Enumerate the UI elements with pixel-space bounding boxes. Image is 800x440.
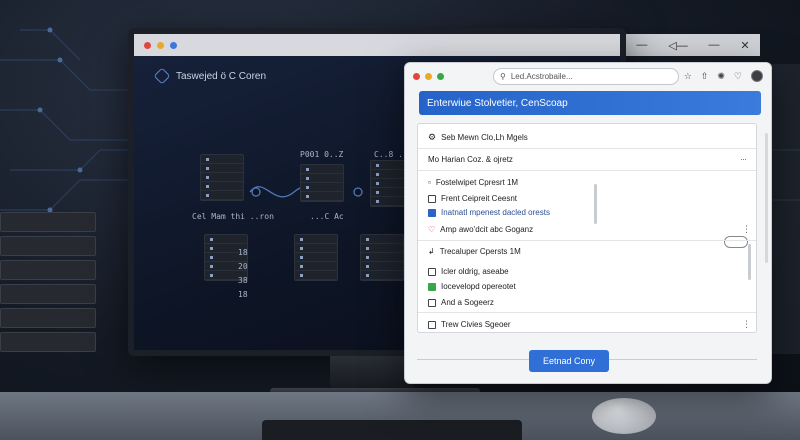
list-item-label: Fostelwipet Cpresrt 1M bbox=[435, 178, 519, 187]
server-unit bbox=[360, 234, 404, 281]
primary-action-button[interactable]: Eetnad Cony bbox=[529, 350, 609, 372]
heart-icon: ♡ bbox=[428, 225, 436, 234]
server-unit bbox=[200, 154, 244, 201]
search-icon: ⚲ bbox=[499, 71, 506, 81]
profile-avatar[interactable] bbox=[751, 70, 763, 82]
gear-icon: ⚙ bbox=[428, 132, 437, 142]
unit-number: 38 bbox=[238, 276, 248, 285]
list-item[interactable]: ↲ Trecaluper Cpersts 1M bbox=[428, 247, 521, 256]
address-bar[interactable]: ⚲ Led.Acstrobaile... bbox=[492, 67, 679, 85]
banner-text: Enterwiue Stolvetier, CenScoap bbox=[427, 97, 568, 109]
checkbox[interactable] bbox=[428, 267, 436, 276]
back-icon: ◁— bbox=[668, 39, 688, 52]
background-side-panel bbox=[768, 64, 800, 354]
checkbox[interactable] bbox=[428, 194, 436, 203]
setting-toggle[interactable] bbox=[724, 236, 748, 248]
panel-header-text: Seb Mewn Clo,Lh Mgels bbox=[441, 133, 528, 142]
unit-number: 20 bbox=[238, 262, 248, 271]
bookmark-icon: ↲ bbox=[428, 247, 435, 256]
list-item-label: Frent Ceipreit Ceesnt bbox=[441, 194, 518, 203]
browser-toolbar: ⚲ Led.Acstrobaile... ☆ ⇧ ✺ ♡ bbox=[405, 63, 771, 89]
list-item[interactable]: Inatnatl mpenest dacled orests bbox=[428, 208, 550, 217]
settings-panel: ⚙ Seb Mewn Clo,Lh Mgels Mo Harian Coz. &… bbox=[417, 123, 757, 333]
checkbox-checked[interactable] bbox=[428, 208, 436, 217]
more-options-icon[interactable]: ⋮ bbox=[742, 224, 751, 235]
minimize-window-icon[interactable] bbox=[424, 72, 432, 80]
server-unit bbox=[294, 234, 338, 281]
list-item-label: Icler oldrig, aseabe bbox=[441, 267, 509, 276]
more-options-icon[interactable]: ··· bbox=[740, 154, 747, 164]
server-rack-stack bbox=[0, 212, 96, 382]
list-item-label: Iocevelopd opereotet bbox=[441, 282, 516, 291]
monitor-stand bbox=[330, 356, 414, 392]
star-icon[interactable]: ☆ bbox=[684, 71, 692, 82]
extensions-icon[interactable]: ✺ bbox=[717, 71, 725, 82]
list-item-label: Trecaluper Cpersts 1M bbox=[439, 247, 521, 256]
window-scrollbar[interactable] bbox=[765, 133, 768, 263]
list-item[interactable]: ♡ Amp awo’dcit abc Goganz bbox=[428, 225, 533, 234]
enterprise-banner: Enterwiue Stolvetier, CenScoap bbox=[419, 91, 761, 115]
checkbox[interactable] bbox=[428, 320, 436, 329]
server-label: P001 0..Z bbox=[300, 150, 344, 159]
scrollbar[interactable] bbox=[594, 184, 597, 224]
server-label: Cel Mam thi ..ron bbox=[192, 212, 274, 221]
unit-number: 18 bbox=[238, 290, 248, 299]
unit-number: 18 bbox=[238, 248, 248, 257]
panel-header: ⚙ Seb Mewn Clo,Lh Mgels bbox=[428, 132, 528, 143]
list-item[interactable]: Iocevelopd opereotet bbox=[428, 282, 516, 291]
heart-icon[interactable]: ♡ bbox=[734, 71, 742, 82]
list-item[interactable]: And a Sogeerz bbox=[428, 298, 494, 307]
server-unit bbox=[300, 164, 344, 202]
panel-subheader: Mo Harian Coz. & ojretz bbox=[428, 155, 513, 164]
list-item[interactable]: Icler oldrig, aseabe bbox=[428, 267, 509, 276]
keyboard bbox=[262, 420, 522, 440]
close-window-icon[interactable] bbox=[413, 72, 420, 80]
background-window-controls: — ◁— — ✕ bbox=[626, 34, 760, 56]
browser-toolbar-icons: ☆ ⇧ ✺ ♡ bbox=[684, 70, 763, 82]
list-item-label: And a Sogeerz bbox=[441, 298, 494, 307]
server-label: ...C Ac bbox=[310, 212, 344, 221]
checkbox[interactable] bbox=[428, 298, 436, 307]
close-icon: ✕ bbox=[740, 39, 750, 52]
checkbox-checked[interactable] bbox=[428, 282, 436, 291]
maximize-window-icon[interactable] bbox=[436, 72, 444, 80]
list-item[interactable]: Frent Ceipreit Ceesnt bbox=[428, 194, 517, 203]
restore-icon: — bbox=[708, 39, 720, 51]
more-options-icon[interactable]: ⋮ bbox=[742, 319, 751, 330]
list-item-label: Trew Civies Sgeoer bbox=[441, 320, 511, 329]
mouse bbox=[592, 398, 656, 434]
server-unit bbox=[204, 234, 248, 281]
list-item[interactable]: ▫ Fostelwipet Cpresrt 1M bbox=[428, 178, 518, 187]
list-item[interactable]: Trew Civies Sgeoer bbox=[428, 320, 511, 329]
address-bar-text: Led.Acstrobaile... bbox=[510, 71, 573, 81]
scrollbar[interactable] bbox=[748, 244, 751, 280]
minimize-icon: — bbox=[636, 39, 648, 51]
browser-window[interactable]: ⚲ Led.Acstrobaile... ☆ ⇧ ✺ ♡ Enterwiue S… bbox=[404, 62, 772, 384]
list-item-label: Amp awo’dcit abc Goganz bbox=[440, 225, 534, 234]
doc-icon: ▫ bbox=[428, 178, 431, 187]
upload-icon[interactable]: ⇧ bbox=[701, 71, 709, 82]
panel-subheader-text: Mo Harian Coz. & ojretz bbox=[428, 155, 513, 164]
list-item-label: Inatnatl mpenest dacled orests bbox=[441, 208, 550, 217]
